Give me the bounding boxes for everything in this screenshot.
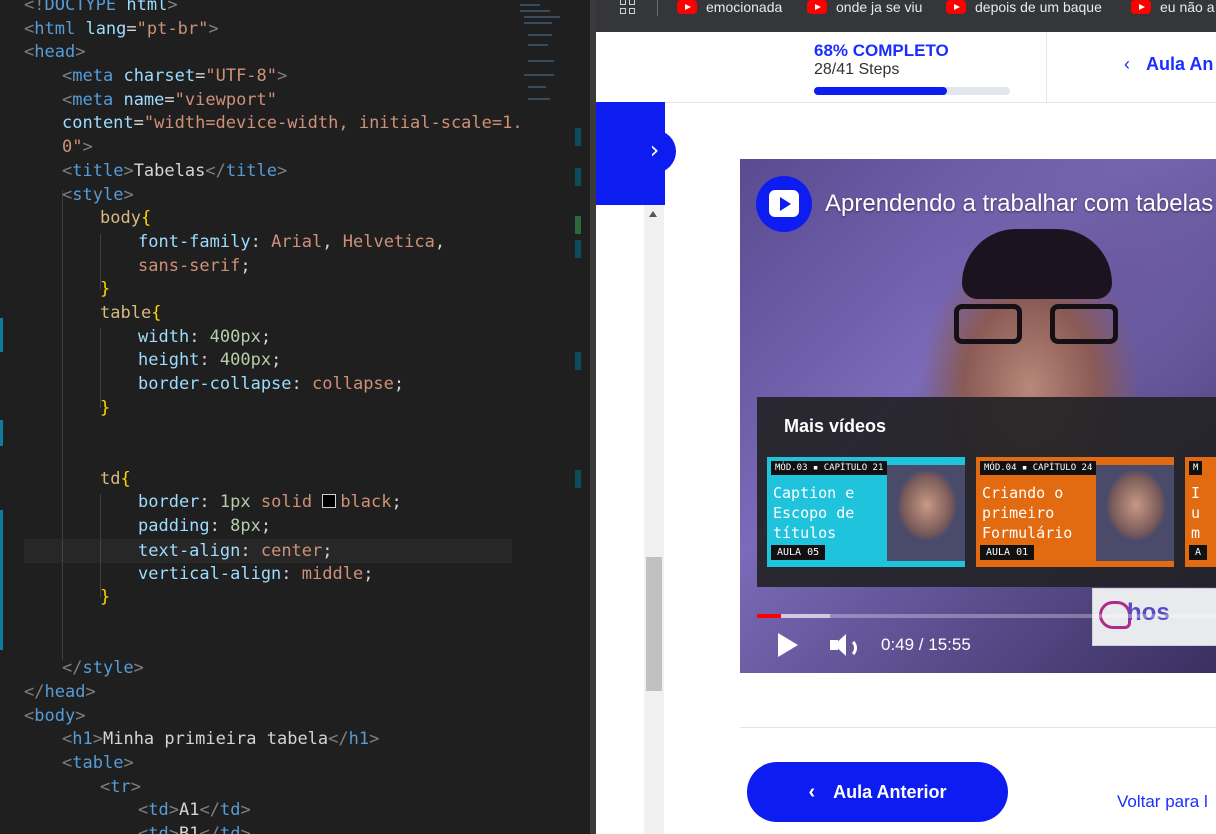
- progress-percent: 68% COMPLETO: [814, 41, 949, 60]
- card-lesson-label: AULA 01: [980, 545, 1035, 560]
- code-line[interactable]: </head>: [24, 681, 523, 705]
- previous-lesson-link[interactable]: ‹ Aula An: [1124, 54, 1213, 75]
- chevron-left-icon: ‹: [1124, 54, 1130, 74]
- back-to-course-link[interactable]: Voltar para l: [1117, 792, 1208, 812]
- apps-grid-icon[interactable]: [620, 0, 638, 15]
- code-line[interactable]: text-align: center;: [24, 538, 512, 563]
- previous-lesson-button[interactable]: ‹ Aula Anterior: [747, 762, 1008, 822]
- browser-window: emocionada onde ja se viu depois de um b…: [596, 0, 1216, 834]
- progress-track: [814, 87, 1010, 95]
- scroll-up-arrow-icon[interactable]: [649, 211, 657, 217]
- code-line[interactable]: }: [24, 397, 523, 421]
- code-line[interactable]: <meta name="viewport": [24, 89, 523, 113]
- thumbnail-face: [887, 465, 965, 561]
- minimap[interactable]: [512, 0, 578, 110]
- bookmark-onde-ja-se-viu[interactable]: onde ja se viu: [807, 0, 922, 16]
- channel-logo-icon[interactable]: [756, 176, 812, 232]
- code-line[interactable]: [24, 420, 523, 444]
- related-video-card[interactable]: M I u m A: [1185, 457, 1216, 567]
- editor-scrollbar[interactable]: [575, 0, 590, 834]
- code-line[interactable]: border: 1px solid black;: [24, 491, 523, 515]
- card-chapter-label: MÓD.03 ▪ CAPÍTULO 21: [771, 461, 888, 475]
- chevron-left-icon: ‹: [808, 780, 816, 803]
- code-line[interactable]: <html lang="pt-br">: [24, 18, 523, 42]
- progress-steps: 28/41 Steps: [814, 61, 900, 78]
- youtube-icon: [946, 0, 966, 14]
- code-line[interactable]: <td>B1</td>: [24, 823, 523, 834]
- code-lines[interactable]: <!DOCTYPE html> <html lang="pt-br"> <head>…: [24, 0, 523, 834]
- bookmark-depois-de-um-baque[interactable]: depois de um baque: [946, 0, 1102, 16]
- code-line[interactable]: 0">: [24, 136, 523, 160]
- code-line[interactable]: font-family: Arial, Helvetica,: [24, 231, 523, 255]
- chevron-right-icon: ›: [649, 136, 660, 164]
- code-line[interactable]: [24, 610, 523, 634]
- card-title: Caption e Escopo de títulos: [773, 484, 855, 542]
- card-title: I u m: [1191, 484, 1201, 542]
- code-line[interactable]: [24, 634, 523, 658]
- code-line[interactable]: border-collapse: collapse;: [24, 373, 523, 397]
- code-line[interactable]: </style>: [24, 657, 523, 681]
- bookmarks-bar: emocionada onde ja se viu depois de um b…: [596, 0, 1216, 32]
- code-line[interactable]: <h1>Minha primieira tabela</h1>: [24, 728, 523, 752]
- code-line[interactable]: <table>: [24, 752, 523, 776]
- volume-icon[interactable]: [830, 632, 862, 660]
- code-line[interactable]: <!DOCTYPE html>: [24, 0, 523, 18]
- code-line[interactable]: body{: [24, 207, 523, 231]
- more-videos-panel: Mais vídeos MÓD.03 ▪ CAPÍTULO 21 Caption …: [757, 397, 1216, 587]
- sidebar-toggle-button[interactable]: ›: [633, 130, 676, 173]
- bookmark-eu-nao-a[interactable]: eu não a: [1131, 0, 1215, 16]
- code-line[interactable]: td{: [24, 468, 523, 492]
- code-editor[interactable]: <!DOCTYPE html> <html lang="pt-br"> <head>…: [0, 0, 590, 834]
- scroll-thumb[interactable]: [646, 557, 662, 691]
- page-scrollbar[interactable]: [644, 205, 664, 834]
- card-title: Criando o primeiro Formulário: [982, 484, 1073, 542]
- code-line[interactable]: <head>: [24, 41, 523, 65]
- code-line[interactable]: <style>: [24, 184, 523, 208]
- card-chapter-label: M: [1189, 461, 1203, 475]
- code-line[interactable]: height: 400px;: [24, 349, 523, 373]
- video-time: 0:49 / 15:55: [881, 635, 971, 654]
- code-line[interactable]: <body>: [24, 705, 523, 729]
- code-line[interactable]: <meta charset="UTF-8">: [24, 65, 523, 89]
- thumbnail-face: [1096, 465, 1174, 561]
- video-player[interactable]: Aprendendo a trabalhar com tabelas Mais …: [740, 159, 1216, 673]
- code-line[interactable]: <title>Tabelas</title>: [24, 160, 523, 184]
- more-videos-title: Mais vídeos: [784, 416, 887, 436]
- card-chapter-label: MÓD.04 ▪ CAPÍTULO 24: [980, 461, 1097, 475]
- progress-fill: [814, 87, 948, 95]
- code-line[interactable]: table{: [24, 302, 523, 326]
- code-line[interactable]: }: [24, 278, 523, 302]
- related-video-card[interactable]: MÓD.03 ▪ CAPÍTULO 21 Caption e Escopo de …: [767, 457, 965, 567]
- video-title[interactable]: Aprendendo a trabalhar com tabelas: [825, 190, 1213, 218]
- code-line[interactable]: width: 400px;: [24, 326, 523, 350]
- code-line[interactable]: sans-serif;: [24, 255, 523, 279]
- code-line[interactable]: <tr>: [24, 776, 523, 800]
- youtube-icon: [677, 0, 697, 14]
- youtube-icon: [807, 0, 827, 14]
- code-line[interactable]: }: [24, 586, 523, 610]
- youtube-icon: [1131, 0, 1151, 14]
- play-icon[interactable]: [778, 633, 798, 657]
- video-played: [757, 614, 781, 618]
- course-progress-header: 68% COMPLETO 28/41 Steps ‹ Aula An: [596, 32, 1216, 103]
- related-video-card[interactable]: MÓD.04 ▪ CAPÍTULO 24 Criando o primeiro F…: [976, 457, 1174, 567]
- card-lesson-label: A: [1189, 545, 1208, 560]
- editor-gutter: [0, 0, 6, 834]
- bookmark-emocionada[interactable]: emocionada: [677, 0, 782, 16]
- code-line[interactable]: [24, 444, 523, 468]
- video-progress-bar[interactable]: [757, 614, 1216, 618]
- code-line[interactable]: padding: 8px;: [24, 515, 523, 539]
- code-line[interactable]: vertical-align: middle;: [24, 563, 523, 587]
- card-lesson-label: AULA 05: [771, 545, 826, 560]
- code-line[interactable]: <td>A1</td>: [24, 799, 523, 823]
- code-line[interactable]: content="width=device-width, initial-sca…: [24, 112, 523, 136]
